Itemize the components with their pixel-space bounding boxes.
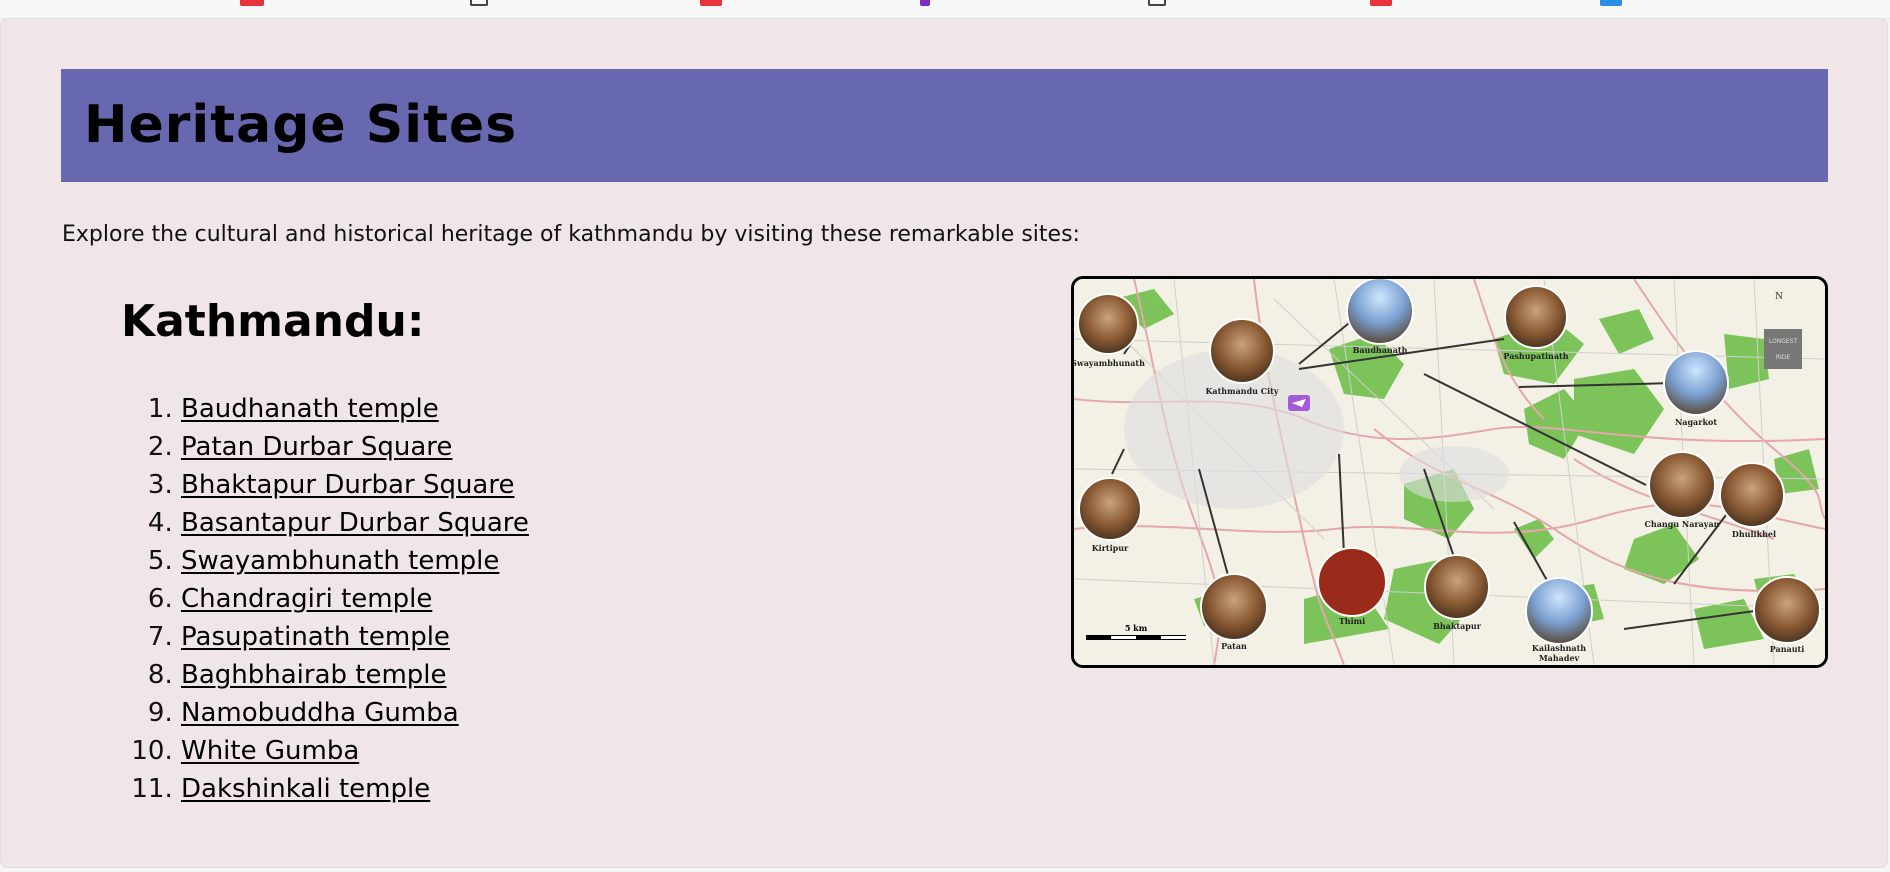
- map-label-kathmandu-city: Kathmandu City: [1205, 386, 1278, 396]
- list-item: Patan Durbar Square: [181, 428, 529, 466]
- list-item: Dakshinkali temple: [181, 770, 529, 808]
- map-label-kailashnath: Kailashnath: [1532, 643, 1586, 653]
- map-illustration: Swayambhunath Kathmandu City Baudhanath …: [1074, 279, 1825, 665]
- site-link[interactable]: Baghbhairab temple: [181, 660, 447, 690]
- site-photo-baudhanath: [1346, 279, 1414, 345]
- site-link[interactable]: White Gumba: [181, 736, 359, 766]
- site-link[interactable]: Pasupatinath temple: [181, 622, 450, 652]
- north-label: N: [1775, 292, 1783, 302]
- badge-line-2: RIDE: [1776, 354, 1791, 361]
- site-link[interactable]: Dakshinkali temple: [181, 774, 430, 804]
- site-photo-kathmandu-city: [1209, 318, 1275, 384]
- map-label-panauti: Panauti: [1770, 644, 1805, 654]
- map-label-patan: Patan: [1221, 641, 1247, 651]
- site-photo-pashupatinath: [1504, 285, 1568, 349]
- heritage-map: Swayambhunath Kathmandu City Baudhanath …: [1071, 276, 1828, 668]
- intro-text: Explore the cultural and historical heri…: [62, 222, 1080, 247]
- list-item: White Gumba: [181, 732, 529, 770]
- site-photo-kailashnath-mahadev: [1525, 577, 1593, 645]
- heritage-site-list: Baudhanath temple Patan Durbar Square Bh…: [181, 390, 529, 808]
- bookmark-favicon[interactable]: [1600, 0, 1622, 6]
- scale-label: 5 km: [1125, 623, 1148, 633]
- bookmarks-bar: [0, 0, 1890, 19]
- site-photo-thimi: [1317, 547, 1387, 617]
- site-photo-panauti: [1753, 576, 1821, 644]
- list-item: Swayambhunath temple: [181, 542, 529, 580]
- list-item: Baghbhairab temple: [181, 656, 529, 694]
- bookmark-favicon[interactable]: [470, 0, 488, 6]
- site-photo-nagarkot: [1663, 350, 1729, 416]
- bookmark-favicon[interactable]: [920, 0, 930, 6]
- site-link[interactable]: Patan Durbar Square: [181, 432, 452, 462]
- list-item: Pasupatinath temple: [181, 618, 529, 656]
- map-label-thimi: Thimi: [1339, 616, 1365, 626]
- site-photo-kirtipur: [1078, 477, 1142, 541]
- list-item: Namobuddha Gumba: [181, 694, 529, 732]
- site-link[interactable]: Basantapur Durbar Square: [181, 508, 529, 538]
- list-item: Basantapur Durbar Square: [181, 504, 529, 542]
- site-link[interactable]: Bhaktapur Durbar Square: [181, 470, 514, 500]
- site-link[interactable]: Chandragiri temple: [181, 584, 432, 614]
- site-link[interactable]: Namobuddha Gumba: [181, 698, 459, 728]
- map-label-pashupatinath: Pashupatinath: [1503, 351, 1568, 361]
- bookmark-favicon[interactable]: [240, 0, 264, 6]
- badge-line-1: LONGEST: [1769, 338, 1798, 345]
- map-label-mahadev: Mahadev: [1539, 653, 1580, 663]
- site-photo-swayambhunath: [1077, 293, 1139, 355]
- page-content: Heritage Sites Explore the cultural and …: [0, 18, 1888, 868]
- map-label-kirtipur: Kirtipur: [1092, 543, 1129, 553]
- map-label-swayambhunath: Swayambhunath: [1074, 358, 1145, 368]
- site-photo-bhaktapur: [1424, 554, 1490, 620]
- header-banner: Heritage Sites: [61, 69, 1828, 182]
- page-title: Heritage Sites: [84, 95, 518, 155]
- bookmark-favicon[interactable]: [1370, 0, 1392, 6]
- bookmark-favicon[interactable]: [1148, 0, 1166, 6]
- urban-area: [1399, 446, 1509, 502]
- map-label-nagarkot: Nagarkot: [1675, 417, 1717, 427]
- site-link[interactable]: Baudhanath temple: [181, 394, 439, 424]
- map-label-dhulikhel: Dhulikhel: [1732, 529, 1776, 539]
- map-label-baudhanath: Baudhanath: [1353, 345, 1408, 355]
- site-link[interactable]: Swayambhunath temple: [181, 546, 499, 576]
- map-label-bhaktapur: Bhaktapur: [1433, 621, 1482, 631]
- list-item: Bhaktapur Durbar Square: [181, 466, 529, 504]
- list-item: Baudhanath temple: [181, 390, 529, 428]
- map-label-changu-narayan: Changu Narayan: [1645, 519, 1720, 529]
- region-title: Kathmandu:: [121, 296, 425, 347]
- list-item: Chandragiri temple: [181, 580, 529, 618]
- bookmark-favicon[interactable]: [700, 0, 722, 6]
- site-photo-changu-narayan: [1648, 451, 1716, 519]
- map-badge: [1764, 329, 1802, 369]
- site-photo-dhulikhel: [1719, 462, 1785, 528]
- site-photo-patan: [1200, 573, 1268, 641]
